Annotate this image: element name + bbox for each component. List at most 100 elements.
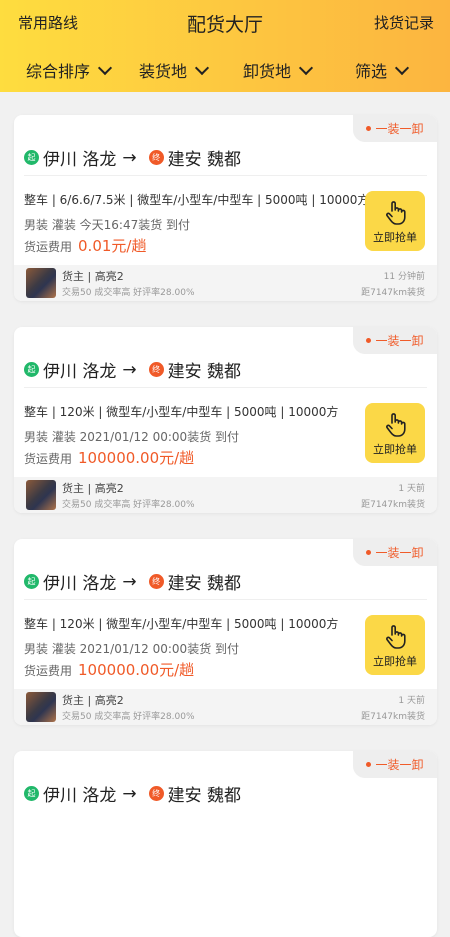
load-type-tag: 一装一卸 (353, 539, 437, 566)
avatar (26, 480, 56, 510)
chevron-down-icon (394, 60, 410, 75)
load-type-tag: 一装一卸 (353, 751, 437, 778)
end-badge: 终 (148, 786, 164, 801)
grab-order-label: 立即抢单 (373, 231, 417, 244)
posted-time: 1 天前 (398, 696, 425, 706)
dot-icon (366, 550, 372, 555)
arrow-icon: → (122, 783, 137, 804)
avatar (26, 692, 56, 722)
sort-filter-label: 综合排序 (26, 62, 91, 81)
top-header: 常用路线 配货大厅 找货记录 综合排序 装货地 卸货地 筛选 (0, 0, 450, 92)
grab-order-label: 立即抢单 (373, 655, 417, 668)
cargo-card[interactable]: 一装一卸 起 伊川 洛龙 → 终 建安 魏都 整车 | 120米 | 微型车/小… (14, 327, 437, 513)
shipper-info: 货主 | 高亮2 交易50 成交率高 好评率28.00% 11 分钟前 距714… (14, 265, 437, 301)
grab-order-button[interactable]: 立即抢单 (365, 191, 425, 251)
fee-price: 100000.00元/趟 (78, 661, 195, 679)
destination: 建安 魏都 (167, 786, 242, 806)
fee-label: 货运费用 (24, 664, 73, 678)
load-type-tag: 一装一卸 (353, 115, 437, 142)
end-badge: 终 (148, 150, 164, 165)
filter-bar: 综合排序 装货地 卸货地 筛选 (0, 58, 450, 84)
dot-icon (366, 338, 372, 343)
shipper-stats: 交易50 成交率高 好评率28.00% (62, 712, 195, 722)
arrow-icon: → (122, 147, 137, 168)
arrow-icon: → (122, 571, 137, 592)
loading-place-filter[interactable]: 装货地 (139, 58, 210, 82)
dot-icon (366, 126, 372, 131)
destination: 建安 魏都 (167, 362, 242, 382)
origin: 伊川 洛龙 (43, 786, 117, 806)
loading-place-filter-label: 装货地 (139, 62, 188, 81)
end-badge: 终 (148, 362, 164, 377)
dot-icon (366, 762, 372, 767)
fee-price: 0.01元/趟 (78, 237, 147, 255)
fee-price: 100000.00元/趟 (78, 449, 195, 467)
screen-filter-label: 筛选 (355, 62, 388, 81)
shipper-name: 货主 | 高亮2 (62, 694, 124, 707)
origin: 伊川 洛龙 (43, 150, 117, 170)
chevron-down-icon (298, 60, 314, 75)
start-badge: 起 (24, 150, 39, 165)
route: 起 伊川 洛龙 → 终 建安 魏都 (24, 145, 241, 170)
load-type-label: 一装一卸 (375, 758, 424, 772)
tap-hand-icon (386, 413, 406, 437)
vehicle-spec: 整车 | 6/6.6/7.5米 | 微型车/小型车/中型车 | 5000吨 | … (24, 193, 370, 207)
shipper-name: 货主 | 高亮2 (62, 270, 124, 283)
avatar (26, 268, 56, 298)
shipper-name: 货主 | 高亮2 (62, 482, 124, 495)
shipper-info: 货主 | 高亮2 交易50 成交率高 好评率28.00% 1 天前 距7147k… (14, 689, 437, 725)
shipper-stats: 交易50 成交率高 好评率28.00% (62, 288, 195, 298)
unloading-place-filter-label: 卸货地 (243, 62, 292, 81)
load-type-label: 一装一卸 (375, 122, 424, 136)
destination: 建安 魏都 (167, 150, 242, 170)
load-type-label: 一装一卸 (375, 546, 424, 560)
screen-filter[interactable]: 筛选 (355, 58, 410, 82)
route: 起 伊川 洛龙 → 终 建安 魏都 (24, 781, 241, 806)
freight-fee: 货运费用 100000.00元/趟 (24, 447, 194, 468)
distance: 距7147km装货 (361, 288, 425, 298)
grab-order-button[interactable]: 立即抢单 (365, 615, 425, 675)
origin: 伊川 洛龙 (43, 574, 117, 594)
start-badge: 起 (24, 574, 39, 589)
loading-info: 男装 灌装 今天16:47装货 到付 (24, 218, 191, 232)
posted-time: 1 天前 (398, 484, 425, 494)
grab-order-label: 立即抢单 (373, 443, 417, 456)
load-type-label: 一装一卸 (375, 334, 424, 348)
sort-filter[interactable]: 综合排序 (26, 58, 113, 82)
load-type-tag: 一装一卸 (353, 327, 437, 354)
cargo-card[interactable]: 一装一卸 起 伊川 洛龙 → 终 建安 魏都 整车 | 6/6.6/7.5米 |… (14, 115, 437, 301)
fee-label: 货运费用 (24, 452, 73, 466)
freight-fee: 货运费用 100000.00元/趟 (24, 659, 194, 680)
title-bar: 常用路线 配货大厅 找货记录 (0, 0, 450, 44)
vehicle-spec: 整车 | 120米 | 微型车/小型车/中型车 | 5000吨 | 10000方 (24, 617, 339, 631)
shipper-stats: 交易50 成交率高 好评率28.00% (62, 500, 195, 510)
cargo-history-link[interactable]: 找货记录 (374, 12, 434, 33)
start-badge: 起 (24, 362, 39, 377)
divider (24, 387, 427, 388)
distance: 距7147km装货 (361, 500, 425, 510)
chevron-down-icon (194, 60, 210, 75)
unloading-place-filter[interactable]: 卸货地 (243, 58, 314, 82)
loading-info: 男装 灌装 2021/01/12 00:00装货 到付 (24, 642, 240, 656)
start-badge: 起 (24, 786, 39, 801)
common-routes-link[interactable]: 常用路线 (18, 12, 78, 33)
cargo-card[interactable]: 一装一卸 起 伊川 洛龙 → 终 建安 魏都 整车 | 120米 | 微型车/小… (14, 539, 437, 725)
shipper-info: 货主 | 高亮2 交易50 成交率高 好评率28.00% 1 天前 距7147k… (14, 477, 437, 513)
route: 起 伊川 洛龙 → 终 建安 魏都 (24, 569, 241, 594)
posted-time: 11 分钟前 (383, 272, 425, 282)
divider (24, 175, 427, 176)
origin: 伊川 洛龙 (43, 362, 117, 382)
tap-hand-icon (386, 625, 406, 649)
loading-info: 男装 灌装 2021/01/12 00:00装货 到付 (24, 430, 240, 444)
route: 起 伊川 洛龙 → 终 建安 魏都 (24, 357, 241, 382)
chevron-down-icon (97, 60, 113, 75)
grab-order-button[interactable]: 立即抢单 (365, 403, 425, 463)
freight-fee: 货运费用 0.01元/趟 (24, 235, 146, 256)
vehicle-spec: 整车 | 120米 | 微型车/小型车/中型车 | 5000吨 | 10000方 (24, 405, 339, 419)
distance: 距7147km装货 (361, 712, 425, 722)
arrow-icon: → (122, 359, 137, 380)
divider (24, 599, 427, 600)
fee-label: 货运费用 (24, 240, 73, 254)
destination: 建安 魏都 (167, 574, 242, 594)
cargo-card[interactable]: 一装一卸 起 伊川 洛龙 → 终 建安 魏都 (14, 751, 437, 937)
